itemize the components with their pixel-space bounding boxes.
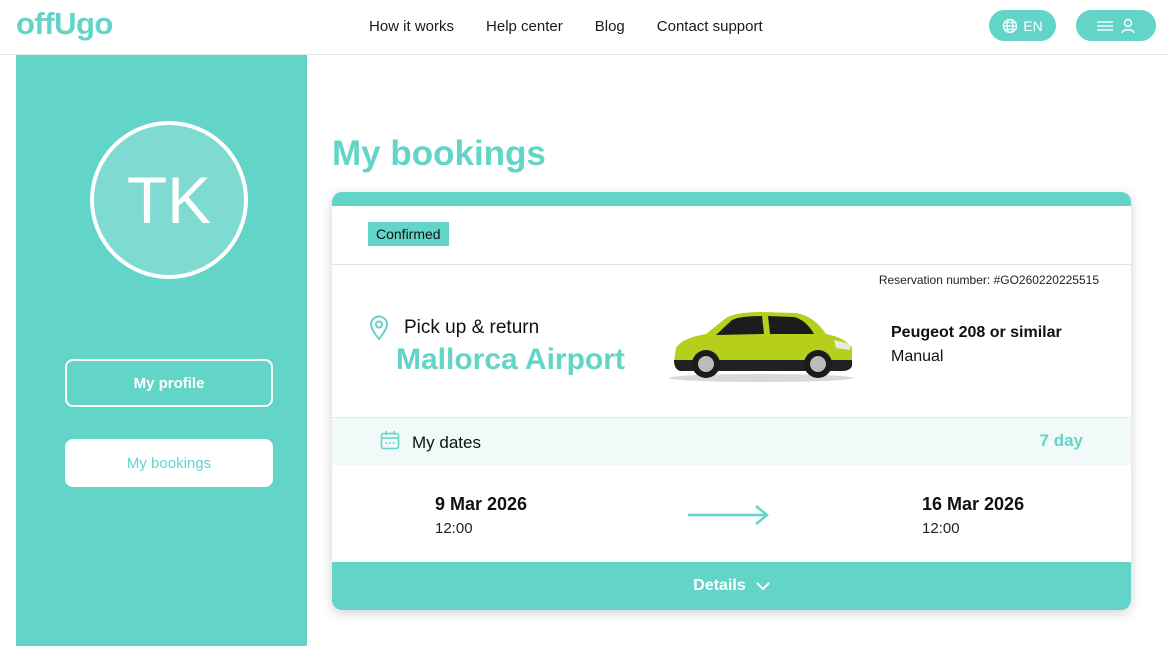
nav-blog[interactable]: Blog: [595, 18, 625, 35]
rental-duration: 7 day: [1039, 431, 1083, 450]
account-sidebar: TK My profile My bookings: [16, 55, 307, 646]
arrow-right-icon: [688, 505, 769, 525]
chevron-down-icon: [756, 581, 770, 590]
language-label: EN: [1023, 17, 1043, 34]
top-header: offUgo How it works Help center Blog Con…: [0, 0, 1168, 55]
avatar-initials: TK: [126, 163, 212, 237]
nav-contact-support[interactable]: Contact support: [657, 18, 763, 35]
card-divider: [332, 264, 1131, 265]
globe-icon: [1003, 18, 1018, 33]
calendar-icon: [380, 431, 400, 450]
pickup-location: Mallorca Airport: [396, 343, 625, 376]
brand-logo[interactable]: offUgo: [16, 6, 113, 42]
language-button[interactable]: EN: [989, 10, 1056, 41]
pickup-return-label: Pick up & return: [404, 317, 540, 338]
my-bookings-button[interactable]: My bookings: [65, 439, 273, 487]
booking-card: Confirmed Reservation number: #GO2602202…: [332, 192, 1131, 610]
page-title: My bookings: [332, 134, 546, 173]
nav-help-center[interactable]: Help center: [486, 18, 563, 35]
car-transmission: Manual: [891, 348, 944, 365]
avatar: TK: [90, 121, 248, 279]
end-date: 16 Mar 2026: [922, 494, 1025, 514]
dates-label: My dates: [412, 433, 481, 452]
nav-how-it-works[interactable]: How it works: [369, 18, 454, 35]
status-badge: Confirmed: [368, 222, 449, 246]
account-menu-button[interactable]: [1076, 10, 1156, 41]
details-label: Details: [693, 577, 746, 594]
location-pin-icon: [369, 315, 389, 341]
user-icon: [1121, 18, 1135, 33]
main-nav: How it works Help center Blog Contact su…: [369, 18, 763, 35]
reservation-number: Reservation number: #GO260220225515: [878, 273, 1099, 287]
dates-header: My dates 7 day: [332, 417, 1131, 465]
my-profile-button[interactable]: My profile: [65, 359, 273, 407]
car-name: Peugeot 208 or similar: [891, 324, 1062, 341]
start-time: 12:00: [435, 520, 473, 537]
card-top-bar: [332, 192, 1131, 206]
details-toggle[interactable]: Details: [332, 562, 1131, 610]
car-image: [669, 312, 853, 382]
hamburger-menu-icon: [1097, 20, 1113, 31]
end-time: 12:00: [922, 520, 960, 537]
start-date: 9 Mar 2026: [435, 494, 528, 514]
